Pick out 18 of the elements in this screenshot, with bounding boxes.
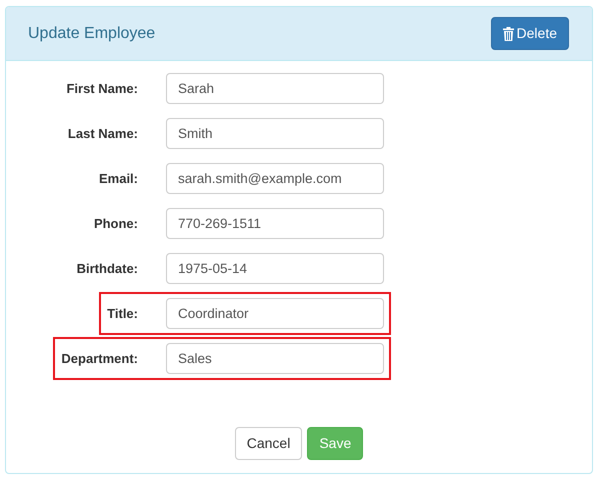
input-field[interactable]: Sarah	[166, 73, 384, 104]
field-label: Phone:	[94, 214, 138, 233]
field-label: Department:	[61, 350, 138, 368]
trash-icon	[502, 26, 514, 40]
panel-title: Update Employee	[28, 24, 156, 44]
input-field[interactable]: Smith	[166, 118, 384, 149]
field-label: First Name:	[66, 80, 138, 98]
input-field[interactable]: sarah.smith@example.com	[166, 163, 384, 194]
input-field[interactable]: 1975-05-14	[166, 253, 384, 284]
field-label: Last Name:	[68, 124, 138, 143]
field-label: Title:	[107, 304, 138, 323]
input-field[interactable]: Sales	[166, 343, 384, 374]
field-label: Birthdate:	[76, 260, 138, 278]
input-field[interactable]: Coordinator	[166, 298, 384, 329]
field-label: Email:	[98, 170, 138, 188]
input-field[interactable]: 770-269-1511	[166, 208, 384, 239]
cancel-button[interactable]: Cancel	[234, 427, 302, 460]
delete-button[interactable]: Delete	[490, 17, 569, 50]
